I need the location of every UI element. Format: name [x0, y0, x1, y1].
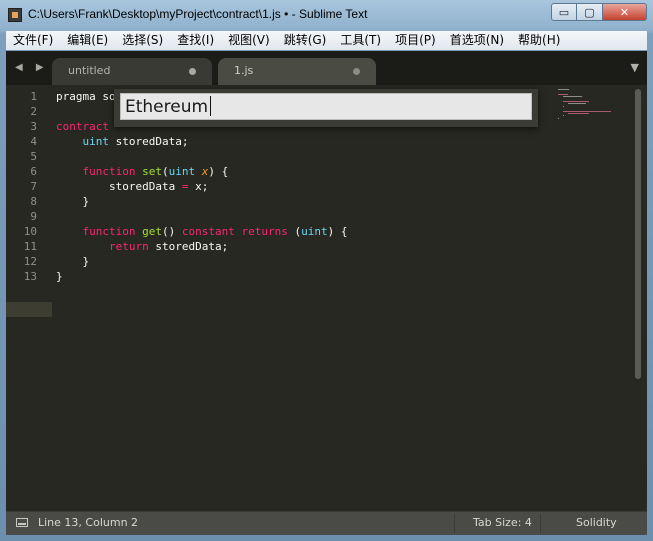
code-line[interactable]: }	[56, 194, 89, 209]
minimap-line	[562, 105, 564, 107]
text-caret	[210, 96, 211, 116]
menu-find[interactable]: 查找(I)	[170, 31, 221, 50]
menu-selection[interactable]: 选择(S)	[115, 31, 170, 50]
tab-nav-arrows-icon[interactable]: ◀ ▶	[15, 62, 49, 73]
code-line[interactable]: storedData = x;	[56, 179, 208, 194]
line-number: 1	[30, 90, 37, 103]
line-number: 12	[23, 255, 37, 268]
current-line-highlight	[6, 302, 52, 317]
status-divider	[454, 514, 455, 533]
tab-size-indicator[interactable]: Tab Size: 4	[473, 516, 532, 529]
modified-dot-icon[interactable]	[189, 68, 196, 75]
minimap[interactable]	[558, 87, 628, 127]
menu-edit[interactable]: 编辑(E)	[60, 31, 115, 50]
code-line[interactable]: }	[56, 269, 63, 284]
menu-help[interactable]: 帮助(H)	[511, 31, 567, 50]
line-number: 5	[30, 150, 37, 163]
tab-label: untitled	[68, 64, 111, 77]
minimap-line	[562, 110, 611, 112]
line-number: 3	[30, 120, 37, 133]
menu-file[interactable]: 文件(F)	[6, 31, 60, 50]
tab-1-js[interactable]: 1.js	[218, 58, 376, 85]
line-number: 9	[30, 210, 37, 223]
app-window: C:\Users\Frank\Desktop\myProject\contrac…	[0, 0, 653, 541]
code-line[interactable]: function set(uint x) {	[56, 164, 229, 179]
menu-preferences[interactable]: 首选项(N)	[443, 31, 511, 50]
code-line[interactable]: function get() constant returns (uint) {	[56, 224, 348, 239]
line-number: 11	[23, 240, 37, 253]
line-number: 4	[30, 135, 37, 148]
code-line[interactable]: contract	[56, 119, 109, 134]
line-number: 2	[30, 105, 37, 118]
menu-bar: 文件(F) 编辑(E) 选择(S) 查找(I) 视图(V) 跳转(G) 工具(T…	[6, 31, 647, 50]
code-editor[interactable]: pragma so contract uint storedData; funct…	[56, 87, 616, 511]
minimap-line	[567, 113, 590, 114]
quick-panel	[114, 89, 538, 127]
vertical-scrollbar[interactable]	[635, 89, 641, 379]
code-line[interactable]: return storedData;	[56, 239, 228, 254]
minimap-line	[562, 115, 564, 117]
editor-frame: ◀ ▶ untitled 1.js ▼ 1 2 3 4 5 6 7 8 9 10…	[6, 51, 647, 535]
status-bar: Line 13, Column 2 Tab Size: 4 Solidity	[6, 511, 647, 535]
close-button[interactable]: ✕	[603, 3, 647, 21]
maximize-button[interactable]: ▢	[577, 3, 603, 21]
minimap-line	[562, 101, 590, 102]
code-line[interactable]: }	[56, 254, 89, 269]
title-bar[interactable]: C:\Users\Frank\Desktop\myProject\contrac…	[0, 0, 653, 31]
minimap-line	[562, 96, 582, 98]
syntax-indicator[interactable]: Solidity	[576, 516, 617, 529]
status-divider	[540, 514, 541, 533]
line-number-gutter[interactable]: 1 2 3 4 5 6 7 8 9 10 11 12 13	[6, 87, 54, 511]
minimap-line	[567, 103, 586, 105]
minimap-line	[558, 117, 560, 119]
line-number: 6	[30, 165, 37, 178]
line-number: 10	[23, 225, 37, 238]
line-number: 13	[23, 270, 37, 283]
console-toggle-icon[interactable]	[16, 518, 28, 527]
quick-panel-input[interactable]	[120, 93, 532, 120]
menu-view[interactable]: 视图(V)	[221, 31, 277, 50]
line-number: 7	[30, 180, 37, 193]
minimap-line	[558, 89, 569, 90]
minimap-line	[558, 93, 568, 95]
menu-goto[interactable]: 跳转(G)	[277, 31, 334, 50]
menu-project[interactable]: 项目(P)	[388, 31, 443, 50]
cursor-position: Line 13, Column 2	[38, 516, 139, 529]
tabs-dropdown-icon[interactable]: ▼	[631, 61, 639, 74]
tab-untitled[interactable]: untitled	[52, 58, 212, 85]
code-line[interactable]: uint storedData;	[56, 134, 189, 149]
tab-bar: ◀ ▶ untitled 1.js ▼	[6, 51, 647, 85]
window-controls: ▭ ▢ ✕	[551, 3, 647, 21]
tab-label: 1.js	[234, 64, 254, 77]
window-title: C:\Users\Frank\Desktop\myProject\contrac…	[28, 7, 368, 21]
code-line[interactable]: pragma so	[56, 89, 116, 104]
line-number: 8	[30, 195, 37, 208]
modified-dot-icon[interactable]	[353, 68, 360, 75]
menu-tools[interactable]: 工具(T)	[333, 31, 388, 50]
minimize-button[interactable]: ▭	[551, 3, 577, 21]
sublime-app-icon[interactable]	[8, 8, 22, 22]
